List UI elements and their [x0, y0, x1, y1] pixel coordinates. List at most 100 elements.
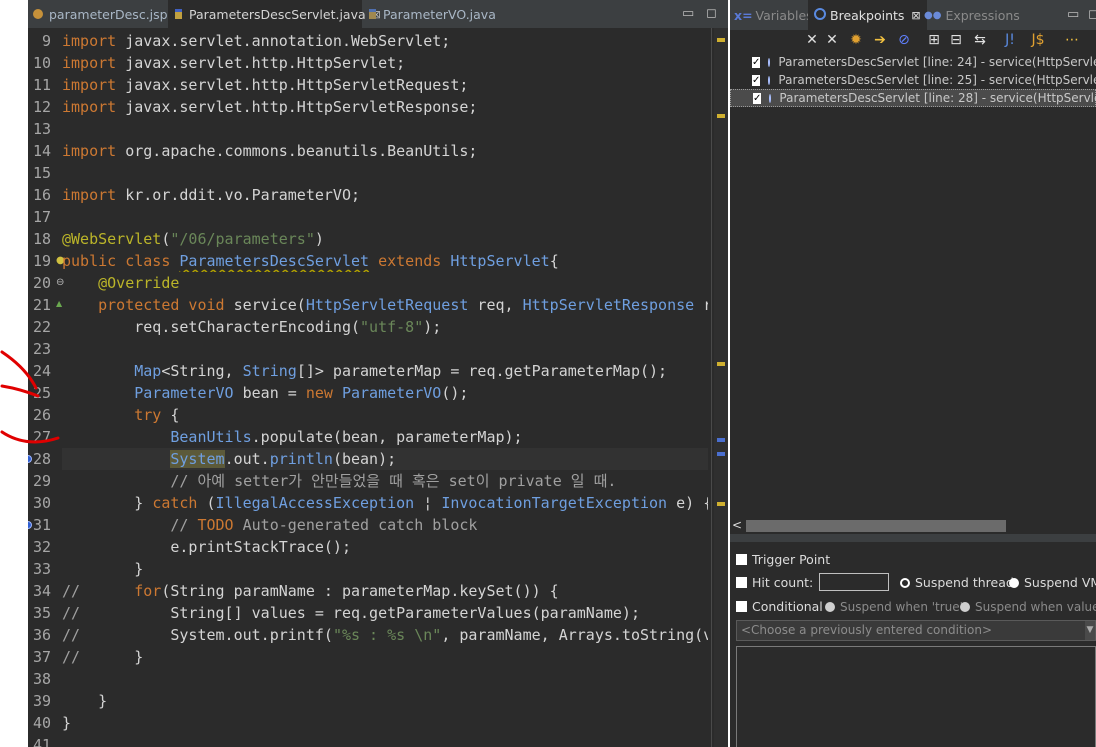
breakpoints-list[interactable]: ✓ ParametersDescServlet [line: 24] - ser…: [730, 52, 1096, 518]
line-number[interactable]: 32: [28, 536, 62, 558]
minimize-icon[interactable]: ▭: [1067, 7, 1079, 22]
overview-warning-marker[interactable]: [717, 114, 725, 118]
trigger-point-option[interactable]: Trigger Point: [736, 552, 830, 567]
code-line[interactable]: ParameterVO bean = new ParameterVO();: [62, 382, 708, 404]
hit-count-option[interactable]: Hit count:: [736, 573, 890, 591]
scroll-left-icon[interactable]: <: [732, 518, 742, 532]
line-number[interactable]: 16: [28, 184, 62, 206]
code-line[interactable]: import javax.servlet.http.HttpServletReq…: [62, 74, 708, 96]
line-number[interactable]: 24: [28, 360, 62, 382]
line-number[interactable]: 35: [28, 602, 62, 624]
line-number[interactable]: 12: [28, 96, 62, 118]
code-line[interactable]: } catch (IllegalAccessException ¦ Invoca…: [62, 492, 708, 514]
expand-all-icon[interactable]: ⊞: [926, 32, 942, 48]
suspend-thread-option[interactable]: Suspend thread: [900, 575, 1014, 590]
suspend-vm-radio[interactable]: [1009, 577, 1019, 588]
breakpoint-enabled-checkbox[interactable]: ✓: [752, 56, 761, 68]
suspend-when-changed-radio[interactable]: [960, 602, 970, 612]
breakpoint-row[interactable]: ✓ ParametersDescServlet [line: 24] - ser…: [730, 53, 1096, 71]
code-line[interactable]: // }: [62, 646, 708, 668]
remove-all-breakpoints-icon[interactable]: ✕: [824, 32, 840, 48]
code-line[interactable]: [62, 206, 708, 228]
line-number[interactable]: 37: [28, 646, 62, 668]
line-number[interactable]: 30: [28, 492, 62, 514]
line-number[interactable]: 9: [28, 30, 62, 52]
code-line[interactable]: protected void service(HttpServletReques…: [62, 294, 708, 316]
code-line[interactable]: [62, 118, 708, 140]
breakpoint-enabled-checkbox[interactable]: ✓: [753, 92, 762, 104]
code-line[interactable]: import javax.servlet.http.HttpServletRes…: [62, 96, 708, 118]
code-line[interactable]: BeanUtils.populate(bean, parameterMap);: [62, 426, 708, 448]
code-line[interactable]: // String[] values = req.getParameterVal…: [62, 602, 708, 624]
overview-warning-marker[interactable]: [717, 362, 725, 366]
line-number[interactable]: 33: [28, 558, 62, 580]
scrollbar-thumb[interactable]: [746, 520, 1006, 532]
code-line[interactable]: }: [62, 558, 708, 580]
line-number[interactable]: 13: [28, 118, 62, 140]
code-line[interactable]: }: [62, 690, 708, 712]
breakpoint-row[interactable]: ✓ ParametersDescServlet [line: 25] - ser…: [730, 71, 1096, 89]
line-number[interactable]: 25: [28, 382, 62, 404]
skip-all-breakpoints-icon[interactable]: ⊘: [896, 32, 912, 48]
line-number[interactable]: 31: [28, 514, 62, 536]
line-number[interactable]: 28: [28, 448, 62, 470]
overview-breakpoint-marker[interactable]: [717, 452, 725, 456]
code-line[interactable]: // TODO Auto-generated catch block: [62, 514, 708, 536]
conditional-option[interactable]: Conditional: [736, 599, 823, 614]
suspend-vm-option[interactable]: Suspend VM: [1009, 575, 1096, 590]
maximize-icon[interactable]: ◻: [706, 6, 717, 21]
line-number[interactable]: 34: [28, 580, 62, 602]
conditional-checkbox[interactable]: [736, 601, 747, 612]
line-number[interactable]: 39: [28, 690, 62, 712]
view-menu-icon[interactable]: ⋯: [1064, 32, 1080, 48]
line-number[interactable]: 18: [28, 228, 62, 250]
suspend-thread-radio[interactable]: [900, 577, 910, 588]
code-line[interactable]: Map<String, String[]> parameterMap = req…: [62, 360, 708, 382]
tab-parametersdescservlet-java[interactable]: ParametersDescServlet.java ⊠: [168, 0, 381, 28]
hit-count-field[interactable]: [819, 573, 890, 591]
line-number[interactable]: 38: [28, 668, 62, 690]
code-line[interactable]: req.setCharacterEncoding("utf-8");: [62, 316, 708, 338]
code-area[interactable]: import javax.servlet.annotation.WebServl…: [62, 30, 708, 747]
line-number[interactable]: 10: [28, 52, 62, 74]
overview-ruler[interactable]: [714, 28, 728, 747]
show-breakpoints-for-model-icon[interactable]: ✹: [848, 32, 864, 48]
hit-count-checkbox[interactable]: [736, 576, 747, 588]
remove-breakpoint-icon[interactable]: ✕: [804, 32, 820, 48]
code-line[interactable]: import javax.servlet.annotation.WebServl…: [62, 30, 708, 52]
link-with-debug-view-icon[interactable]: ⇆: [972, 32, 988, 48]
tab-parametervo-java[interactable]: ParameterVO.java: [362, 0, 502, 28]
code-line[interactable]: e.printStackTrace();: [62, 536, 708, 558]
suspend-when-changed-option[interactable]: Suspend when value c: [960, 600, 1096, 614]
line-number[interactable]: 11: [28, 74, 62, 96]
tab-expressions[interactable]: ●● Expressions: [924, 0, 1020, 30]
condition-history-combo[interactable]: <Choose a previously entered condition> …: [736, 620, 1096, 641]
line-number[interactable]: 36: [28, 624, 62, 646]
trigger-point-checkbox[interactable]: [736, 554, 747, 565]
line-number[interactable]: 40: [28, 712, 62, 734]
code-line[interactable]: [62, 734, 708, 747]
code-line[interactable]: System.out.println(bean);: [62, 448, 708, 470]
tab-breakpoints[interactable]: Breakpoints ⊠: [808, 0, 927, 30]
chevron-down-icon[interactable]: ▼: [1085, 621, 1095, 640]
breakpoint-row-selected[interactable]: ✓ ParametersDescServlet [line: 28] - ser…: [730, 89, 1096, 107]
horizontal-scrollbar[interactable]: <: [730, 518, 1096, 534]
code-line[interactable]: import kr.or.ddit.vo.ParameterVO;: [62, 184, 708, 206]
collapse-all-icon[interactable]: ⊟: [948, 32, 964, 48]
line-number[interactable]: 15: [28, 162, 62, 184]
line-number-gutter[interactable]: 9 10 11 12 13 14 15 16 17 18 19 ● 20 ⊖ 21 ▲ 22 23 24 25 26 27…: [28, 30, 65, 747]
condition-editor[interactable]: [736, 646, 1096, 747]
tab-variables[interactable]: x= Variables: [734, 0, 813, 30]
code-line[interactable]: public class ParametersDescServlet exten…: [62, 250, 708, 272]
line-number[interactable]: 22: [28, 316, 62, 338]
code-line[interactable]: // System.out.printf("%s : %s \n", param…: [62, 624, 708, 646]
maximize-icon[interactable]: ◻: [1088, 7, 1096, 22]
code-line[interactable]: }: [62, 712, 708, 734]
line-number[interactable]: 23: [28, 338, 62, 360]
code-line[interactable]: import org.apache.commons.beanutils.Bean…: [62, 140, 708, 162]
close-tab-icon[interactable]: ⊠: [911, 9, 920, 22]
line-number[interactable]: 26: [28, 404, 62, 426]
overview-breakpoint-marker[interactable]: [717, 438, 725, 442]
code-line[interactable]: @Override: [62, 272, 708, 294]
tab-parameterdesc-jsp[interactable]: parameterDesc.jsp: [28, 0, 168, 28]
